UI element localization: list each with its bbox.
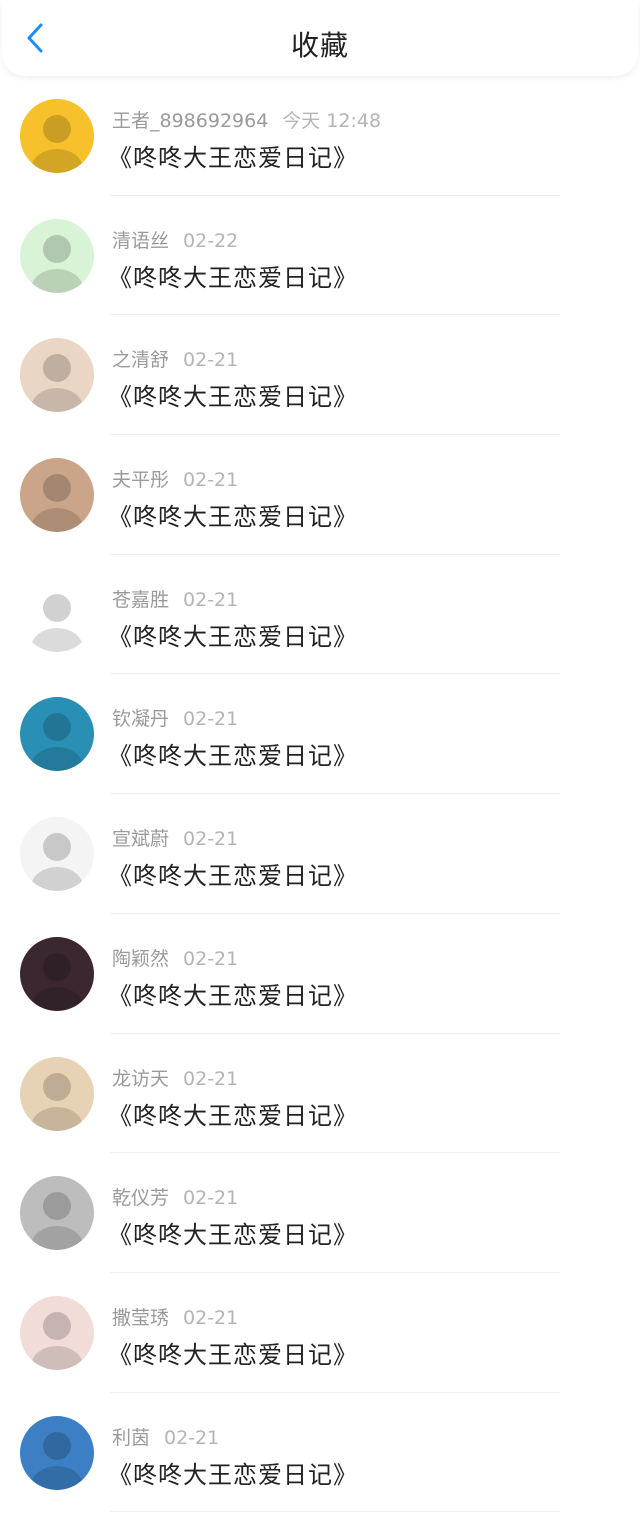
list-item[interactable]: 苍嘉胜 02-21 《咚咚大王恋爱日记》 [0, 555, 640, 675]
item-meta: 苍嘉胜 02-21 [112, 585, 238, 612]
divider [110, 1511, 560, 1513]
user-name[interactable]: 清语丝 [112, 230, 169, 252]
avatar[interactable] [20, 936, 94, 1011]
item-title: 《咚咚大王恋爱日记》 [108, 383, 358, 412]
item-title: 《咚咚大王恋爱日记》 [108, 981, 358, 1010]
list-item[interactable]: 利茵 02-21 《咚咚大王恋爱日记》 [0, 1393, 640, 1513]
timestamp: 02-21 [183, 708, 239, 731]
item-meta: 夫平彤 02-21 [112, 465, 238, 492]
item-title: 《咚咚大王恋爱日记》 [108, 1460, 358, 1489]
list-item[interactable]: 钦凝丹 02-21 《咚咚大王恋爱日记》 [0, 674, 640, 795]
list-item[interactable]: 撒莹琇 02-21 《咚咚大王恋爱日记》 [0, 1273, 640, 1393]
avatar[interactable] [20, 1295, 94, 1370]
timestamp: 02-22 [183, 229, 239, 252]
item-title: 《咚咚大王恋爱日记》 [108, 144, 358, 172]
timestamp: 02-21 [183, 1187, 239, 1210]
item-meta: 钦凝丹 02-21 [112, 704, 238, 731]
item-meta: 撒莹琇 02-21 [112, 1303, 238, 1330]
list-item[interactable]: 夫平彤 02-21 《咚咚大王恋爱日记》 [0, 435, 640, 555]
item-title: 《咚咚大王恋爱日记》 [108, 1101, 358, 1130]
avatar[interactable] [20, 1056, 94, 1131]
user-name[interactable]: 陶颖然 [112, 948, 169, 970]
avatar[interactable] [20, 577, 94, 652]
avatar[interactable] [20, 458, 94, 533]
user-name[interactable]: 乾仪芳 [112, 1187, 169, 1209]
page-title: 收藏 [290, 29, 349, 62]
list-item[interactable]: 宣斌蔚 02-21 《咚咚大王恋爱日记》 [0, 794, 640, 914]
user-name[interactable]: 之清舒 [112, 349, 169, 371]
timestamp: 02-21 [183, 1067, 239, 1090]
user-name[interactable]: 撒莹琇 [112, 1307, 169, 1329]
timestamp: 02-21 [183, 828, 239, 851]
list-item[interactable]: 龙访天 02-21 《咚咚大王恋爱日记》 [0, 1034, 640, 1154]
item-title: 《咚咚大王恋爱日记》 [108, 263, 358, 292]
item-meta: 龙访天 02-21 [112, 1064, 238, 1091]
avatar[interactable] [20, 697, 94, 772]
list-item[interactable]: 清语丝 02-22 《咚咚大王恋爱日记》 [0, 196, 640, 316]
favorites-list: 王者_898692964 今天 12:48 《咚咚大王恋爱日记》 清语丝 02-22 《咚… [0, 76, 640, 1513]
timestamp: 02-21 [183, 469, 239, 492]
avatar[interactable] [20, 1176, 94, 1251]
avatar[interactable] [20, 1415, 94, 1490]
item-meta: 之清舒 02-21 [112, 345, 238, 372]
item-title: 《咚咚大王恋爱日记》 [108, 742, 358, 771]
item-meta: 乾仪芳 02-21 [112, 1183, 238, 1210]
item-meta: 宣斌蔚 02-21 [112, 824, 238, 851]
user-name[interactable]: 宣斌蔚 [112, 828, 169, 850]
avatar[interactable] [20, 817, 94, 892]
list-item[interactable]: 之清舒 02-21 《咚咚大王恋爱日记》 [0, 315, 640, 436]
timestamp: 02-21 [183, 349, 239, 372]
item-meta: 陶颖然 02-21 [112, 944, 238, 971]
item-title: 《咚咚大王恋爱日记》 [108, 1221, 358, 1250]
user-name[interactable]: 苍嘉胜 [112, 589, 169, 611]
list-item[interactable]: 王者_898692964 今天 12:48 《咚咚大王恋爱日记》 [0, 76, 640, 196]
user-name[interactable]: 钦凝丹 [112, 708, 169, 730]
item-title: 《咚咚大王恋爱日记》 [108, 503, 358, 532]
item-title: 《咚咚大王恋爱日记》 [108, 622, 358, 651]
timestamp: 02-21 [164, 1426, 220, 1449]
timestamp: 02-21 [183, 1306, 239, 1329]
timestamp: 02-21 [183, 947, 239, 970]
timestamp: 02-21 [183, 588, 239, 611]
avatar[interactable] [20, 218, 94, 293]
list-item[interactable]: 陶颖然 02-21 《咚咚大王恋爱日记》 [0, 914, 640, 1034]
avatar[interactable] [20, 99, 94, 173]
item-title: 《咚咚大王恋爱日记》 [108, 862, 358, 891]
item-meta: 清语丝 02-22 [112, 226, 238, 253]
user-name[interactable]: 王者_898692964 [112, 110, 268, 132]
timestamp: 今天 12:48 [282, 110, 382, 132]
list-item[interactable]: 乾仪芳 02-21 《咚咚大王恋爱日记》 [0, 1153, 640, 1273]
avatar[interactable] [20, 338, 94, 413]
user-name[interactable]: 利茵 [112, 1427, 150, 1449]
item-meta: 利茵 02-21 [112, 1423, 219, 1450]
item-title: 《咚咚大王恋爱日记》 [108, 1340, 358, 1369]
top-bar: 收藏 [2, 0, 638, 76]
user-name[interactable]: 夫平彤 [112, 469, 169, 491]
item-meta: 王者_898692964 今天 12:48 [112, 106, 381, 133]
user-name[interactable]: 龙访天 [112, 1068, 169, 1090]
